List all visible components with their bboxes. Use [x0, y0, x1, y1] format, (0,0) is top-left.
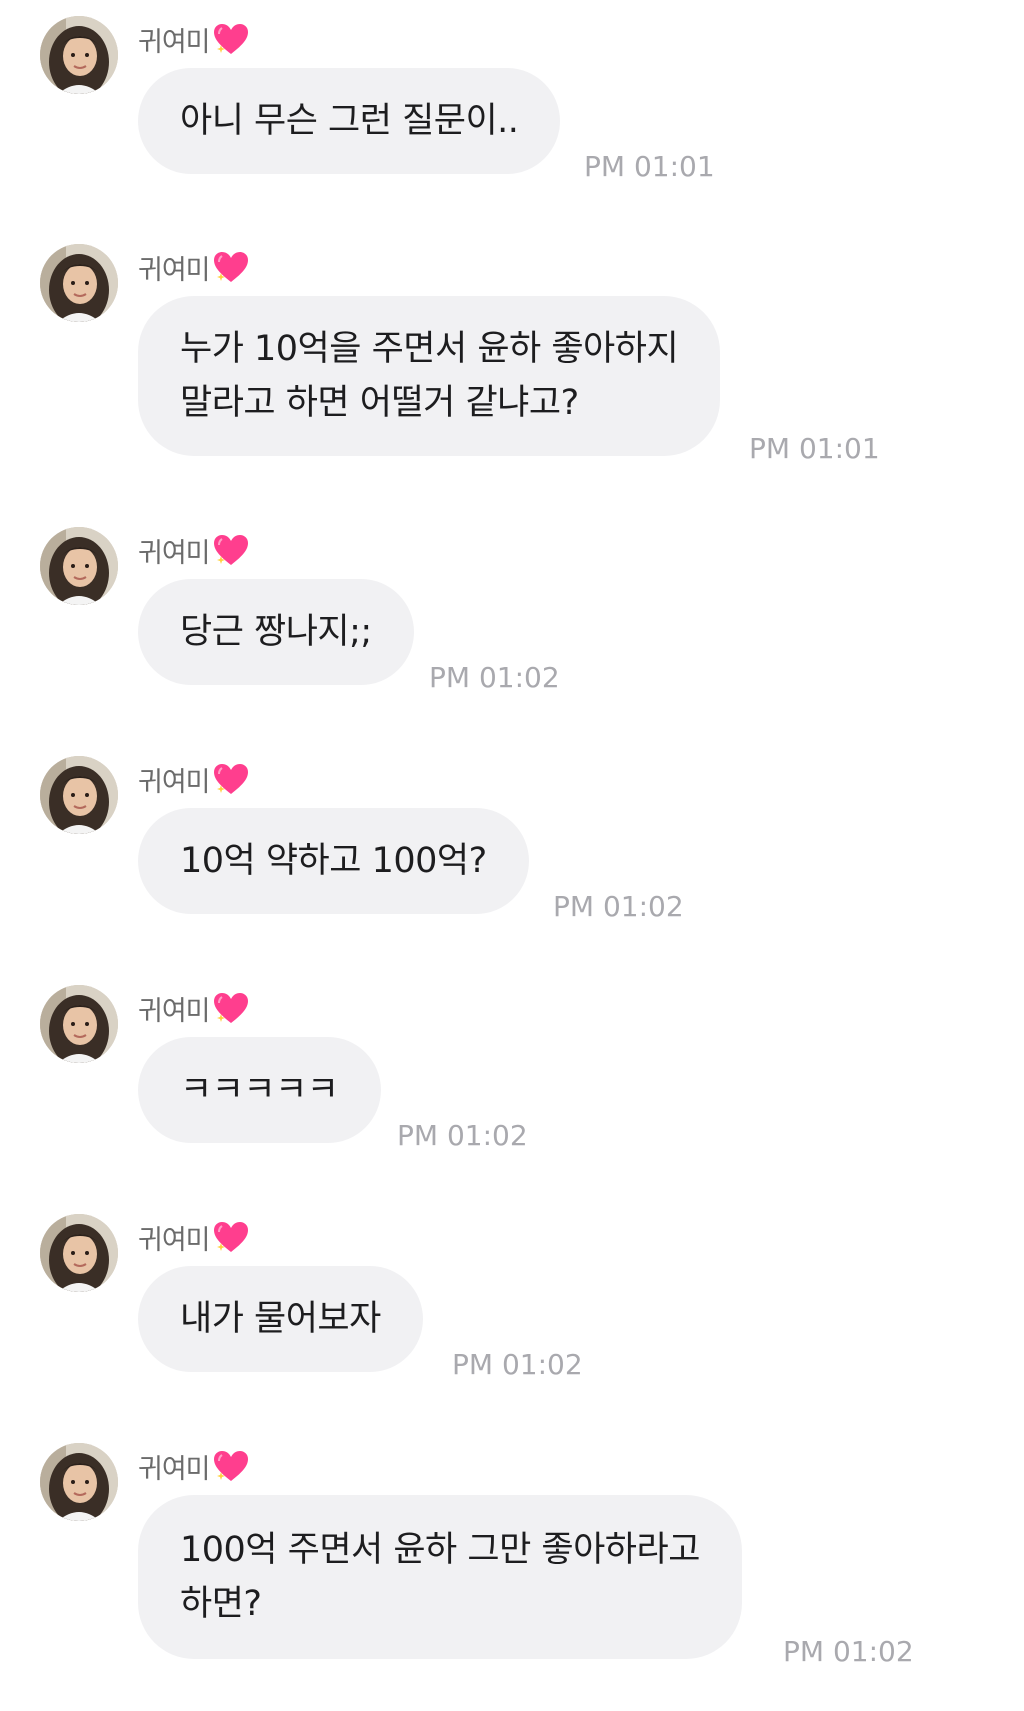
avatar[interactable]	[40, 16, 118, 94]
avatar[interactable]	[40, 756, 118, 834]
message-time: PM 01:01	[749, 432, 880, 465]
message-text: 누가 10억을 주면서 윤하 좋아하지 말라고 하면 어떨거 같냐고?	[180, 329, 679, 423]
message-bubble[interactable]: 100억 주면서 윤하 그만 좋아하라고 하면?	[138, 1495, 742, 1659]
message-time: PM 01:02	[783, 1635, 914, 1668]
message-text: 당근 짱나지;;	[180, 612, 372, 652]
message-time: PM 01:02	[553, 890, 684, 923]
message-text: 내가 물어보자	[180, 1299, 381, 1339]
message-bubble[interactable]: 당근 짱나지;;	[138, 579, 414, 685]
sparkling-heart-icon	[212, 1220, 250, 1254]
message-bubble[interactable]: 아니 무슨 그런 질문이..	[138, 68, 561, 174]
sender-name: 귀여미	[138, 1224, 211, 1256]
sender: 귀여미	[138, 1449, 250, 1485]
message-bubble[interactable]: 10억 약하고 100억?	[138, 808, 529, 914]
message-text: 아니 무슨 그런 질문이..	[180, 101, 519, 141]
sparkling-heart-icon	[212, 762, 250, 796]
message-time: PM 01:02	[452, 1348, 583, 1381]
sparkling-heart-icon	[212, 1449, 250, 1483]
avatar[interactable]	[40, 1443, 118, 1521]
sparkling-heart-icon	[212, 250, 250, 284]
sparkling-heart-icon	[212, 533, 250, 567]
sender: 귀여미	[138, 22, 250, 58]
message-text: ㅋㅋㅋㅋㅋ	[180, 1070, 339, 1110]
sender-name: 귀여미	[138, 26, 211, 58]
sender-name: 귀여미	[138, 537, 211, 569]
sender-name: 귀여미	[138, 1453, 211, 1485]
message-bubble[interactable]: 내가 물어보자	[138, 1266, 423, 1372]
message-time: PM 01:02	[429, 661, 560, 694]
avatar[interactable]	[40, 244, 118, 322]
sender: 귀여미	[138, 250, 250, 286]
message-time: PM 01:01	[584, 150, 715, 183]
sparkling-heart-icon	[212, 991, 250, 1025]
sender-name: 귀여미	[138, 254, 211, 286]
message-text: 100억 주면서 윤하 그만 좋아하라고 하면?	[180, 1530, 700, 1624]
message-bubble[interactable]: 누가 10억을 주면서 윤하 좋아하지 말라고 하면 어떨거 같냐고?	[138, 296, 721, 456]
message-bubble[interactable]: ㅋㅋㅋㅋㅋ	[138, 1037, 381, 1143]
message-text: 10억 약하고 100억?	[180, 841, 487, 881]
sender: 귀여미	[138, 991, 250, 1027]
avatar[interactable]	[40, 985, 118, 1063]
sender-name: 귀여미	[138, 995, 211, 1027]
message-time: PM 01:02	[397, 1119, 528, 1152]
sender: 귀여미	[138, 533, 250, 569]
sparkling-heart-icon	[212, 22, 250, 56]
sender: 귀여미	[138, 1220, 250, 1256]
avatar[interactable]	[40, 527, 118, 605]
sender-name: 귀여미	[138, 766, 211, 798]
sender: 귀여미	[138, 762, 250, 798]
avatar[interactable]	[40, 1214, 118, 1292]
